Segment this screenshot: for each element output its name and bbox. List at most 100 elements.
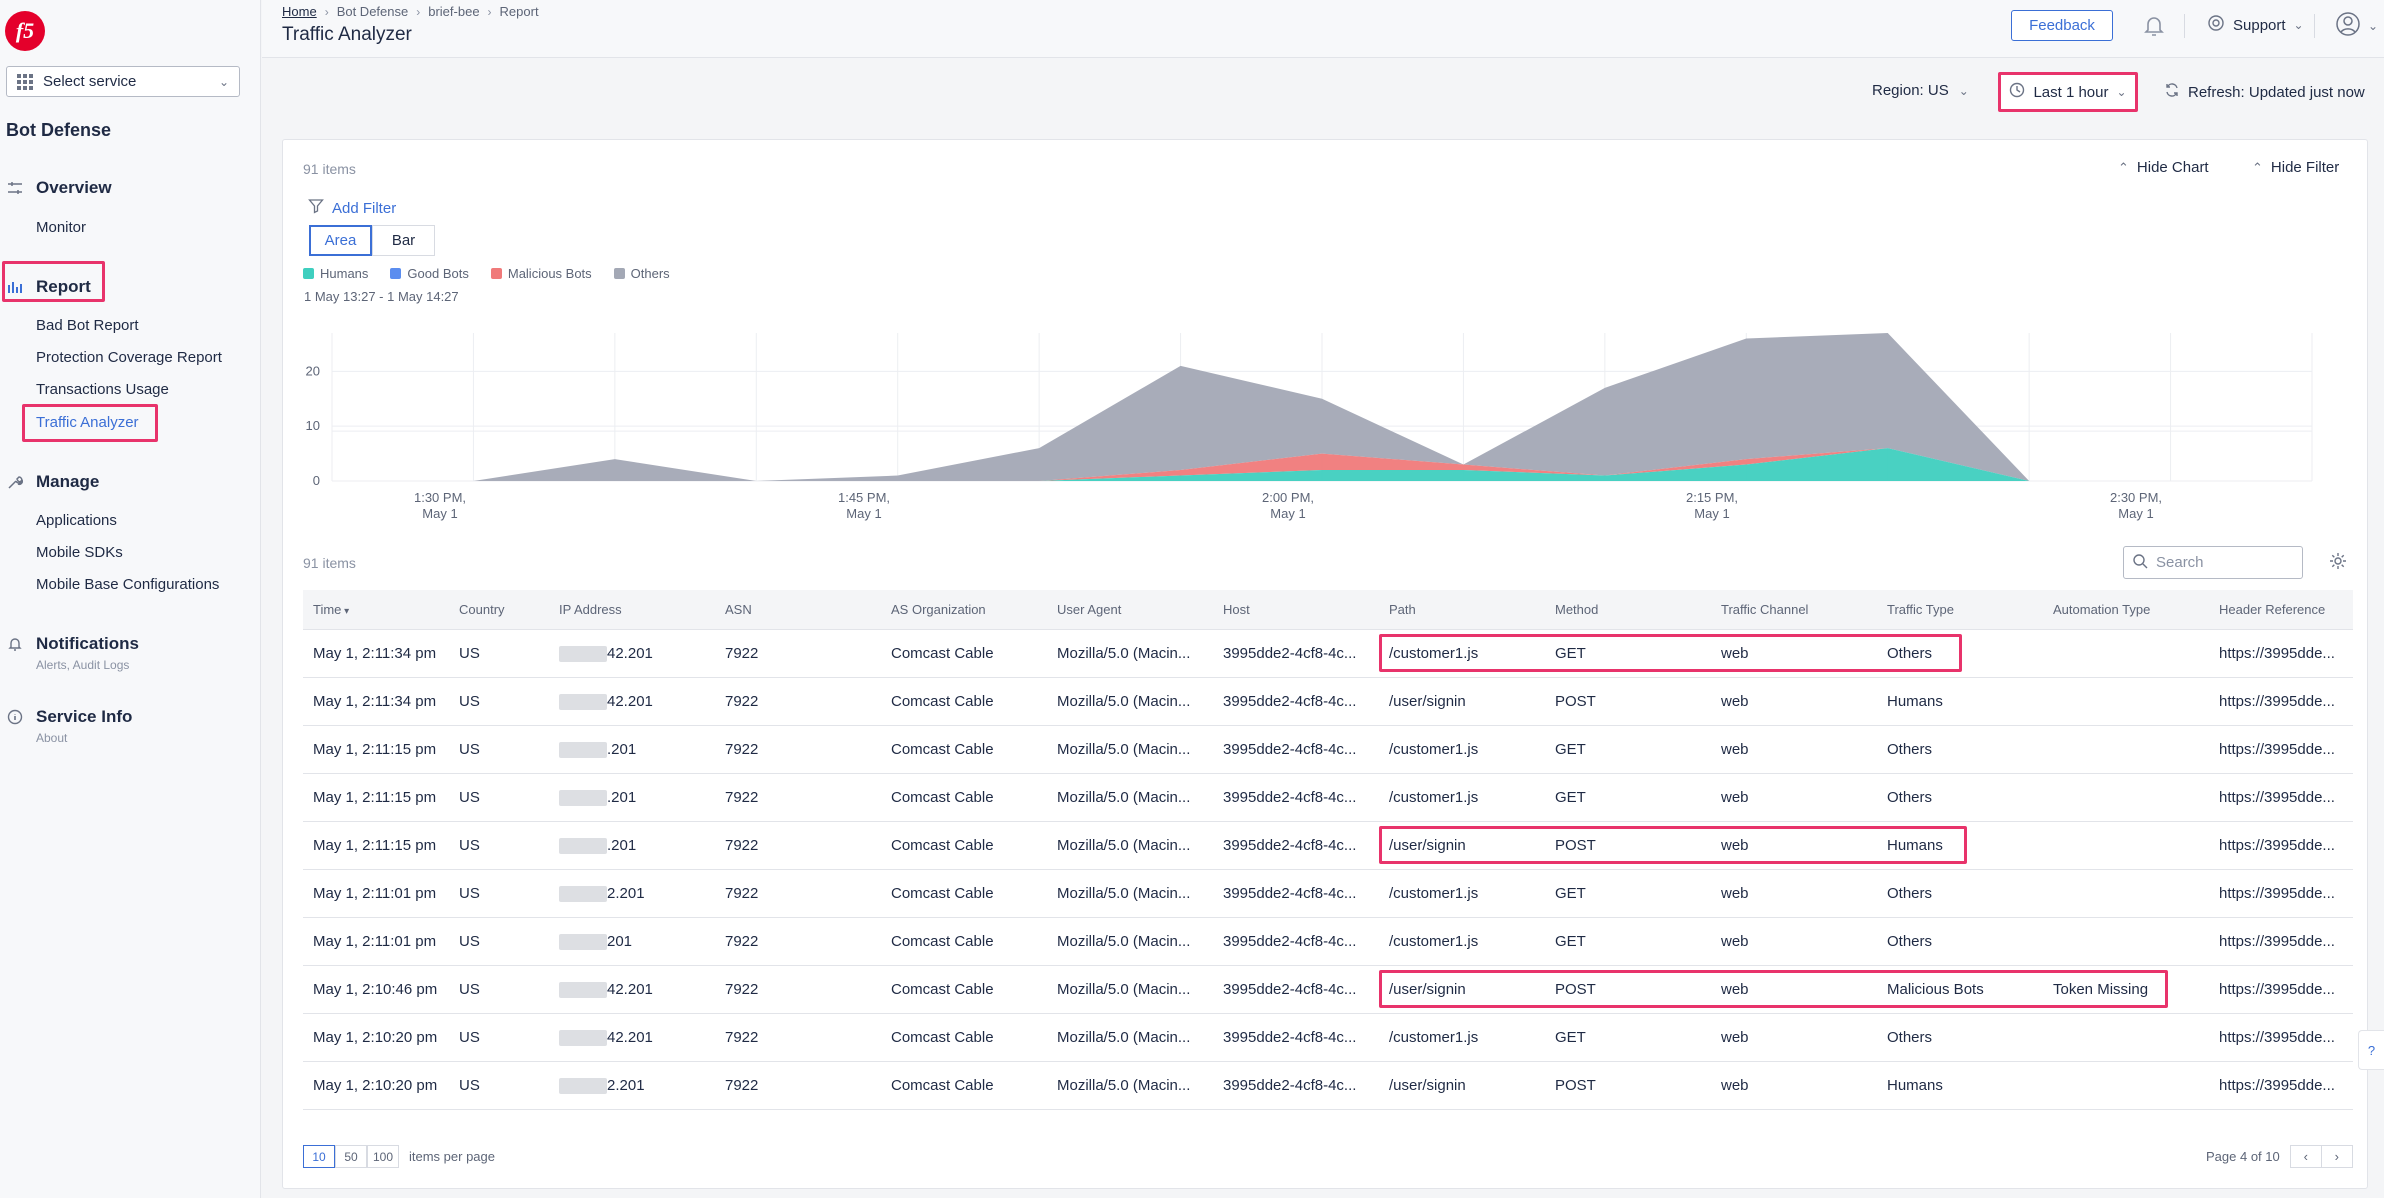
- f5-logo[interactable]: f5: [5, 11, 45, 51]
- hide-chart-button[interactable]: ⌃ Hide Chart: [2118, 159, 2209, 176]
- column-header[interactable]: IP Address: [559, 590, 622, 630]
- top-header: Home › Bot Defense › brief-bee › Report …: [262, 0, 2384, 58]
- table-row[interactable]: May 1, 2:10:20 pm US 2.201 7922 Comcast Cabl…: [303, 1062, 2353, 1110]
- sidebar-section-service-info[interactable]: Service Info: [6, 703, 132, 731]
- redacted-ip-mask: [559, 790, 607, 807]
- table-row[interactable]: May 1, 2:11:01 pm US 2.201 7922 Comcast Cabl…: [303, 870, 2353, 918]
- sidebar-item-mobile-sdks[interactable]: Mobile SDKs: [36, 542, 123, 564]
- chart-items-count: 91 items: [303, 161, 356, 177]
- sidebar-section-label: Overview: [36, 178, 112, 197]
- user-menu[interactable]: ⌄: [2334, 10, 2378, 42]
- help-icon[interactable]: ?: [2358, 1030, 2384, 1070]
- view-area-button[interactable]: Area: [309, 225, 372, 256]
- sidebar-section-notifications[interactable]: Notifications: [6, 630, 139, 658]
- search-input[interactable]: Search: [2123, 546, 2303, 579]
- sidebar-item-monitor[interactable]: Monitor: [36, 217, 86, 239]
- sidebar-item-applications[interactable]: Applications: [36, 510, 117, 532]
- add-filter-button[interactable]: Add Filter: [308, 198, 396, 218]
- pagination: Page 4 of 10 ‹ ›: [2206, 1145, 2353, 1168]
- notifications-bell-icon[interactable]: [2140, 11, 2168, 39]
- select-service-dropdown[interactable]: Select service ⌄: [6, 66, 240, 97]
- table-cell: 7922: [725, 678, 885, 726]
- feedback-button[interactable]: Feedback: [2011, 10, 2113, 41]
- table-cell: web: [1721, 726, 1881, 774]
- table-cell-text: https://3995dde...: [2219, 741, 2335, 758]
- sidebar-item-protection-coverage-report[interactable]: Protection Coverage Report: [36, 347, 222, 369]
- column-header[interactable]: AS Organization: [891, 590, 986, 630]
- sidebar-section-report[interactable]: Report: [6, 273, 91, 301]
- column-header[interactable]: Host: [1223, 590, 1250, 630]
- hide-filter-button[interactable]: ⌃ Hide Filter: [2252, 159, 2339, 176]
- page-size-100[interactable]: 100: [367, 1145, 399, 1168]
- chevron-right-icon: ›: [324, 4, 329, 19]
- sidebar-item-traffic-analyzer[interactable]: Traffic Analyzer: [36, 412, 139, 434]
- table-cell: web: [1721, 870, 1881, 918]
- table-row[interactable]: May 1, 2:10:46 pm US 42.201 7922 Comcast Cab…: [303, 966, 2353, 1014]
- table-row[interactable]: May 1, 2:11:01 pm US 201 7922 Comcast Cable M…: [303, 918, 2353, 966]
- table-cell: /customer1.js: [1389, 918, 1549, 966]
- table-cell: https://3995dde...: [2219, 870, 2349, 918]
- column-header-label: IP Address: [559, 602, 622, 617]
- view-bar-button[interactable]: Bar: [372, 225, 435, 256]
- table-row[interactable]: May 1, 2:11:34 pm US 42.201 7922 Comcast Cab…: [303, 630, 2353, 678]
- column-header[interactable]: Method: [1555, 590, 1598, 630]
- sidebar-section-overview[interactable]: Overview: [6, 174, 112, 202]
- region-selector[interactable]: Region: US ⌄: [1872, 82, 1969, 99]
- column-header[interactable]: Traffic Type: [1887, 590, 1954, 630]
- page-size-selector: 10 50 100 items per page: [303, 1145, 495, 1168]
- support-icon: [2207, 14, 2225, 36]
- column-header[interactable]: User Agent: [1057, 590, 1121, 630]
- sidebar-section-label: Manage: [36, 472, 100, 491]
- header-divider: [2184, 14, 2185, 38]
- table-cell: GET: [1555, 774, 1715, 822]
- table-cell-text: US: [459, 837, 480, 854]
- column-header-label: Host: [1223, 602, 1250, 617]
- column-header-label: Path: [1389, 602, 1416, 617]
- table-cell: https://3995dde...: [2219, 966, 2349, 1014]
- support-menu[interactable]: Support ⌄: [2207, 14, 2304, 36]
- table-cell-text: 7922: [725, 693, 759, 710]
- sidebar-item-transactions-usage[interactable]: Transactions Usage: [36, 379, 169, 401]
- chart-legend: Humans Good Bots Malicious Bots Others: [303, 266, 670, 281]
- column-header[interactable]: ASN: [725, 590, 752, 630]
- table-row[interactable]: May 1, 2:11:15 pm US .201 7922 Comcast Cable…: [303, 822, 2353, 870]
- column-header[interactable]: Header Reference: [2219, 590, 2325, 630]
- page-size-10[interactable]: 10: [303, 1145, 335, 1168]
- sidebar-item-bad-bot-report[interactable]: Bad Bot Report: [36, 315, 139, 337]
- table-cell-text: May 1, 2:10:20 pm: [313, 1077, 438, 1094]
- time-range-selector[interactable]: Last 1 hour ⌄: [1998, 72, 2138, 112]
- gear-icon[interactable]: [2328, 551, 2350, 573]
- table-cell-text: 7922: [725, 1077, 759, 1094]
- table-cell-text: US: [459, 1029, 480, 1046]
- column-header[interactable]: Traffic Channel: [1721, 590, 1808, 630]
- table-row[interactable]: May 1, 2:11:15 pm US .201 7922 Comcast Cable…: [303, 726, 2353, 774]
- table-cell-text: Mozilla/5.0 (Macin...: [1057, 1077, 1191, 1094]
- sidebar-item-mobile-base-configurations[interactable]: Mobile Base Configurations: [36, 574, 219, 596]
- column-header[interactable]: Automation Type: [2053, 590, 2150, 630]
- table-row[interactable]: May 1, 2:11:15 pm US .201 7922 Comcast Cable…: [303, 774, 2353, 822]
- table-cell: [2053, 1062, 2213, 1110]
- table-cell: Mozilla/5.0 (Macin...: [1057, 822, 1217, 870]
- table-row[interactable]: May 1, 2:10:20 pm US 42.201 7922 Comcast Cab…: [303, 1014, 2353, 1062]
- column-header[interactable]: Path: [1389, 590, 1416, 630]
- table-cell: Comcast Cable: [891, 918, 1051, 966]
- table-cell: Comcast Cable: [891, 726, 1051, 774]
- table-cell: US: [459, 870, 549, 918]
- next-page-button[interactable]: ›: [2320, 1145, 2353, 1168]
- legend-item[interactable]: Humans: [303, 266, 368, 281]
- prev-page-button[interactable]: ‹: [2289, 1145, 2322, 1168]
- table-row[interactable]: May 1, 2:11:34 pm US 42.201 7922 Comcast Cab…: [303, 678, 2353, 726]
- sidebar-section-manage[interactable]: Manage: [6, 468, 99, 496]
- breadcrumb-home[interactable]: Home: [282, 4, 317, 19]
- legend-item[interactable]: Good Bots: [390, 266, 469, 281]
- page-size-50[interactable]: 50: [335, 1145, 367, 1168]
- column-header[interactable]: Time ▾: [313, 590, 349, 630]
- table-cell-text: US: [459, 741, 480, 758]
- table-cell: .201: [559, 774, 719, 822]
- legend-swatch: [390, 268, 402, 279]
- refresh-button[interactable]: Refresh: Updated just now: [2164, 82, 2365, 102]
- legend-item[interactable]: Others: [613, 266, 670, 281]
- column-header-label: ASN: [725, 602, 752, 617]
- legend-item[interactable]: Malicious Bots: [490, 266, 592, 281]
- column-header[interactable]: Country: [459, 590, 505, 630]
